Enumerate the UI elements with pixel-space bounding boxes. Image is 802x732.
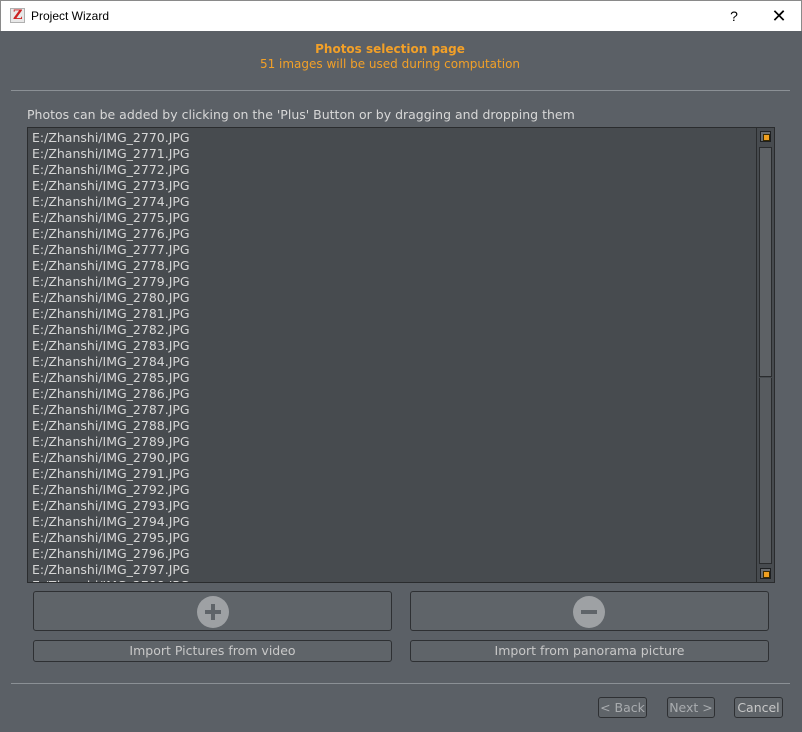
photo-list-item[interactable]: E:/Zhanshi/IMG_2786.JPG <box>32 386 190 402</box>
photo-list-item[interactable]: E:/Zhanshi/IMG_2798.JPG <box>32 578 190 582</box>
scroll-down-arrow[interactable] <box>760 568 771 579</box>
image-count-text: 51 images will be used during computatio… <box>259 57 521 71</box>
photo-list-item[interactable]: E:/Zhanshi/IMG_2788.JPG <box>32 418 190 434</box>
scroll-up-arrow[interactable] <box>760 131 771 142</box>
close-button[interactable]: ✕ <box>756 1 802 31</box>
vertical-scrollbar[interactable] <box>756 128 774 582</box>
photo-list-item[interactable]: E:/Zhanshi/IMG_2778.JPG <box>32 258 190 274</box>
photo-list-item[interactable]: E:/Zhanshi/IMG_2780.JPG <box>32 290 190 306</box>
photo-list-item[interactable]: E:/Zhanshi/IMG_2792.JPG <box>32 482 190 498</box>
photo-list-item[interactable]: E:/Zhanshi/IMG_2773.JPG <box>32 178 190 194</box>
photo-list-item[interactable]: E:/Zhanshi/IMG_2777.JPG <box>32 242 190 258</box>
import-from-panorama-button[interactable]: Import from panorama picture <box>410 640 769 662</box>
photo-list-item[interactable]: E:/Zhanshi/IMG_2770.JPG <box>32 130 190 146</box>
photo-list-item[interactable]: E:/Zhanshi/IMG_2789.JPG <box>32 434 190 450</box>
plus-circle-icon <box>197 596 229 628</box>
photo-list-item[interactable]: E:/Zhanshi/IMG_2781.JPG <box>32 306 190 322</box>
photo-list-item[interactable]: E:/Zhanshi/IMG_2779.JPG <box>32 274 190 290</box>
page-title: Photos selection page <box>315 42 465 56</box>
next-button[interactable]: Next > <box>667 697 715 718</box>
remove-photos-button[interactable] <box>410 591 769 631</box>
photo-list-item[interactable]: E:/Zhanshi/IMG_2785.JPG <box>32 370 190 386</box>
photo-list-item[interactable]: E:/Zhanshi/IMG_2790.JPG <box>32 450 190 466</box>
photo-list-item[interactable]: E:/Zhanshi/IMG_2794.JPG <box>32 514 190 530</box>
title-bar: Z Project Wizard ? ✕ <box>0 0 802 31</box>
photo-list[interactable]: E:/Zhanshi/IMG_2770.JPG E:/Zhanshi/IMG_27… <box>27 127 775 583</box>
help-button[interactable]: ? <box>711 1 757 31</box>
window-title: Project Wizard <box>31 9 110 23</box>
photo-list-item[interactable]: E:/Zhanshi/IMG_2793.JPG <box>32 498 190 514</box>
scroll-thumb[interactable] <box>759 147 772 377</box>
photo-list-item[interactable]: E:/Zhanshi/IMG_2783.JPG <box>32 338 190 354</box>
minus-circle-icon <box>573 596 605 628</box>
cancel-button[interactable]: Cancel <box>734 697 783 718</box>
photo-list-item[interactable]: E:/Zhanshi/IMG_2795.JPG <box>32 530 190 546</box>
photo-list-item[interactable]: E:/Zhanshi/IMG_2776.JPG <box>32 226 190 242</box>
top-divider <box>11 90 790 91</box>
photo-list-item[interactable]: E:/Zhanshi/IMG_2784.JPG <box>32 354 190 370</box>
photo-list-item[interactable]: E:/Zhanshi/IMG_2771.JPG <box>32 146 190 162</box>
page-header: Photos selection page 51 images will be … <box>0 42 780 72</box>
import-from-video-button[interactable]: Import Pictures from video <box>33 640 392 662</box>
back-button[interactable]: < Back <box>598 697 647 718</box>
photo-list-item[interactable]: E:/Zhanshi/IMG_2772.JPG <box>32 162 190 178</box>
photo-list-item[interactable]: E:/Zhanshi/IMG_2774.JPG <box>32 194 190 210</box>
photo-list-item[interactable]: E:/Zhanshi/IMG_2775.JPG <box>32 210 190 226</box>
photo-list-item[interactable]: E:/Zhanshi/IMG_2787.JPG <box>32 402 190 418</box>
photo-list-item[interactable]: E:/Zhanshi/IMG_2791.JPG <box>32 466 190 482</box>
bottom-divider <box>11 683 790 684</box>
app-icon: Z <box>10 8 25 23</box>
instructions-text: Photos can be added by clicking on the '… <box>27 107 575 122</box>
photo-list-items: E:/Zhanshi/IMG_2770.JPG E:/Zhanshi/IMG_27… <box>32 130 190 582</box>
photo-list-item[interactable]: E:/Zhanshi/IMG_2797.JPG <box>32 562 190 578</box>
photo-list-item[interactable]: E:/Zhanshi/IMG_2782.JPG <box>32 322 190 338</box>
add-photos-button[interactable] <box>33 591 392 631</box>
photo-list-item[interactable]: E:/Zhanshi/IMG_2796.JPG <box>32 546 190 562</box>
scroll-track[interactable] <box>759 378 772 564</box>
